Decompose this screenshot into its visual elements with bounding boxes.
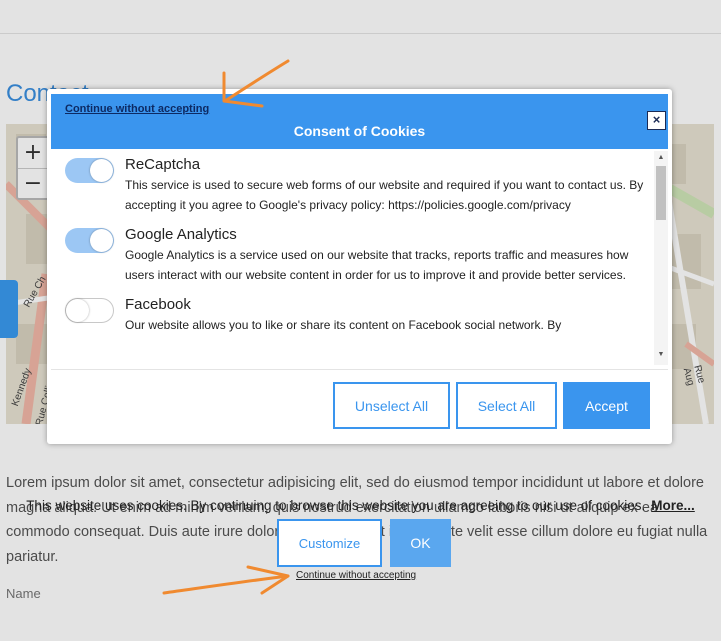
divider: [51, 369, 668, 370]
cookie-consent-modal: Continue without accepting Consent of Co…: [47, 89, 672, 444]
toggle-knob: [90, 229, 113, 252]
recaptcha-toggle[interactable]: [65, 158, 114, 183]
accept-button[interactable]: Accept: [563, 382, 650, 429]
toggle-knob: [90, 159, 113, 182]
select-all-button[interactable]: Select All: [456, 382, 557, 429]
service-name: ReCaptcha: [125, 156, 201, 173]
banner-continue-without-accepting-link[interactable]: Continue without accepting: [296, 570, 416, 581]
google-analytics-toggle[interactable]: [65, 228, 114, 253]
modal-continue-without-accepting-link[interactable]: Continue without accepting: [65, 103, 209, 115]
unselect-all-button[interactable]: Unselect All: [333, 382, 450, 429]
more-link[interactable]: More...: [651, 498, 695, 513]
cookie-banner-message: This website uses cookies. By continuing…: [26, 498, 646, 513]
service-name: Google Analytics: [125, 226, 237, 243]
scrollbar-thumb[interactable]: [656, 166, 666, 220]
customize-button[interactable]: Customize: [277, 519, 382, 567]
service-item-facebook: Facebook Our website allows you to like …: [57, 295, 654, 335]
service-list[interactable]: ReCaptcha This service is used to secure…: [57, 152, 654, 364]
close-icon[interactable]: ×: [647, 111, 666, 130]
service-description: Google Analytics is a service used on ou…: [125, 248, 629, 282]
service-item-recaptcha: ReCaptcha This service is used to secure…: [57, 155, 654, 215]
scroll-down-icon[interactable]: ▼: [654, 349, 668, 361]
modal-title: Consent of Cookies: [293, 123, 426, 139]
scrollbar[interactable]: ▲ ▼: [654, 151, 668, 365]
scroll-up-icon[interactable]: ▲: [654, 152, 668, 164]
cookie-banner-text: This website uses cookies. By continuing…: [0, 498, 721, 513]
service-description: This service is used to secure web forms…: [125, 178, 644, 212]
service-description: Our website allows you to like or share …: [125, 318, 562, 332]
ok-button[interactable]: OK: [390, 519, 451, 567]
modal-header: Continue without accepting Consent of Co…: [51, 94, 668, 149]
service-name: Facebook: [125, 296, 191, 313]
toggle-knob: [66, 299, 89, 322]
service-item-google-analytics: Google Analytics Google Analytics is a s…: [57, 225, 654, 285]
facebook-toggle[interactable]: [65, 298, 114, 323]
